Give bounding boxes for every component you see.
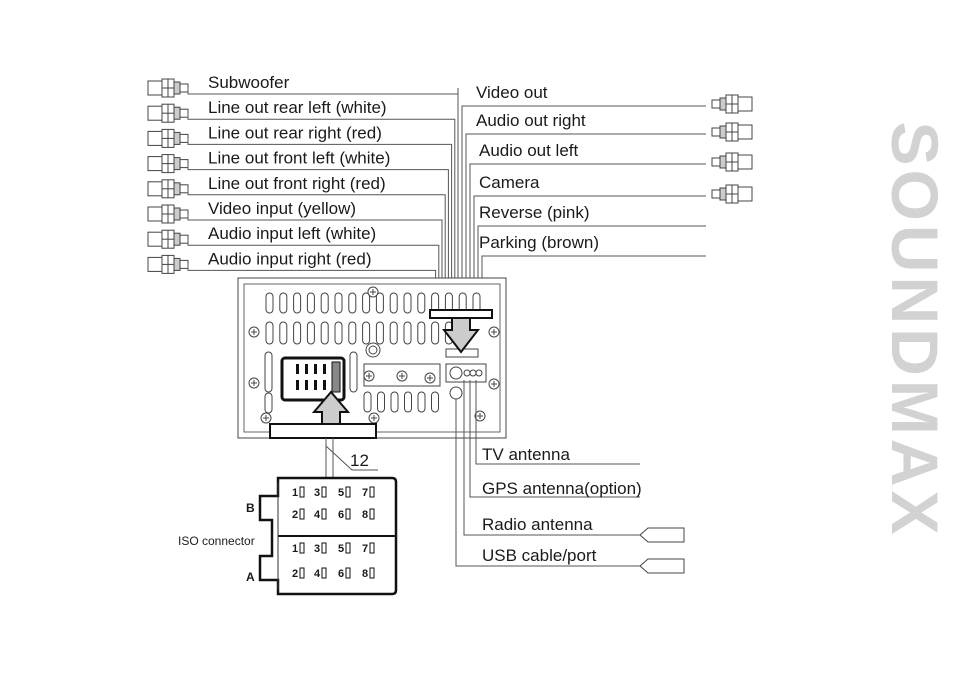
iso-pin-label: 6 (338, 568, 344, 580)
iso-pin-label: 2 (292, 568, 298, 580)
left-output-label-4: Line out front right (red) (208, 174, 386, 193)
rca-connector-icon (147, 128, 189, 148)
bottom-label-1: GPS antenna(option) (482, 479, 642, 498)
right-output-label-0: Video out (476, 83, 548, 102)
iso-block-a-label: A (246, 570, 255, 584)
iso-block-b-label: B (246, 501, 255, 515)
iso-pin-label: 1 (292, 487, 298, 499)
iso-pin-label: 1 (292, 543, 298, 555)
iso-pin-label: 5 (338, 543, 344, 555)
iso-pin-label: 6 (338, 509, 344, 521)
iso-socket (280, 356, 346, 402)
left-output-label-6: Audio input left (white) (208, 224, 376, 243)
screw-icon (367, 286, 379, 298)
iso-pin-label: 3 (314, 487, 320, 499)
radio-antenna-plug-icon (639, 527, 685, 543)
right-output-label-2: Audio out left (479, 141, 579, 160)
screw-icon (488, 326, 500, 338)
screw-icon (248, 326, 260, 338)
brand-logo: SOUNDMAX (878, 55, 952, 605)
rca-harness-plug (429, 309, 493, 319)
iso-pin-label: 8 (362, 568, 368, 580)
rca-connector-icon (147, 179, 189, 199)
brand-name: SOUNDMAX (878, 121, 952, 539)
screw-icon (248, 377, 260, 389)
iso-pin-label: 7 (362, 487, 368, 499)
head-unit-back-panel (237, 277, 507, 439)
usb-plug-icon (639, 558, 685, 574)
left-output-label-5: Video input (yellow) (208, 199, 356, 218)
rca-connector-icon (711, 184, 753, 204)
iso-connector-label: ISO connector (178, 534, 255, 548)
left-output-label-3: Line out front left (white) (208, 149, 390, 168)
iso-pin-label: 3 (314, 543, 320, 555)
usb-socket (449, 386, 463, 400)
bottom-label-3: USB cable/port (482, 546, 597, 565)
rca-connector-icon (147, 229, 189, 249)
right-output-label-4: Reverse (pink) (479, 203, 590, 222)
bottom-label-0: TV antenna (482, 445, 570, 464)
left-output-label-2: Line out rear right (red) (208, 123, 382, 142)
rca-connector-icon (711, 152, 753, 172)
screw-icon (368, 412, 380, 424)
iso-callout-number: 12 (350, 451, 369, 470)
screw-icon (396, 370, 408, 382)
iso-connector: 12 B A ISO connector 1 3 5 7 2 4 6 8 1 3 5 7 2 4 6 8 (178, 438, 398, 596)
screw-icon (363, 370, 375, 382)
screw-icon (424, 372, 436, 384)
left-output-label-0: Subwoofer (208, 73, 290, 92)
iso-pin-label: 4 (314, 509, 321, 521)
rca-connector-icon (147, 254, 189, 274)
iso-pin-label: 7 (362, 543, 368, 555)
rca-connector-icon (147, 154, 189, 174)
wiring-diagram: TV antenna GPS antenna(option) Radio ant… (147, 73, 753, 596)
right-output-label-5: Parking (brown) (479, 233, 599, 252)
rca-connector-icon (147, 78, 189, 98)
screw-icon (260, 412, 272, 424)
rca-connector-icon (147, 204, 189, 224)
iso-pin-label: 4 (314, 568, 321, 580)
left-output-label-1: Line out rear left (white) (208, 98, 387, 117)
right-output-label-1: Audio out right (476, 111, 586, 130)
iso-pin-label: 8 (362, 509, 368, 521)
iso-pin-label: 5 (338, 487, 344, 499)
right-output-label-3: Camera (479, 173, 540, 192)
iso-pin-label: 2 (292, 509, 298, 521)
rca-connector-icon (711, 122, 753, 142)
wire (481, 255, 706, 320)
iso-harness-plug (269, 423, 377, 439)
bottom-label-2: Radio antenna (482, 515, 593, 534)
rca-connector-icon (711, 94, 753, 114)
screw-icon (488, 378, 500, 390)
left-output-label-7: Audio input right (red) (208, 249, 371, 268)
rca-connector-icon (147, 103, 189, 123)
